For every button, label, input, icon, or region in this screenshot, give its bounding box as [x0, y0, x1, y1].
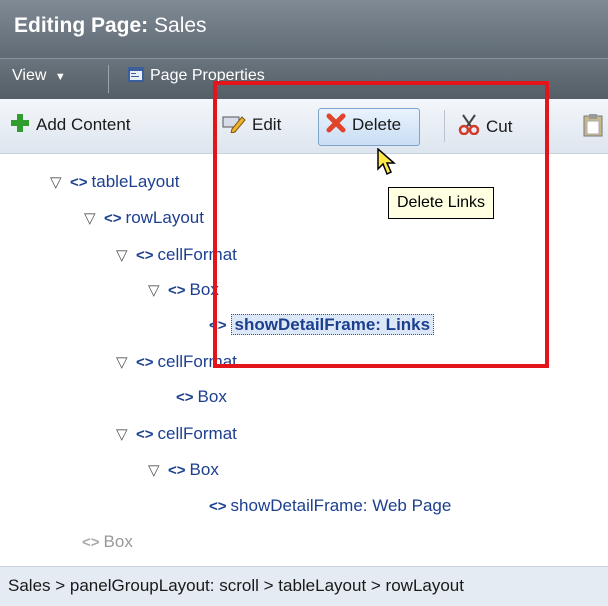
tree-node[interactable]: ▽ <> tableLayout: [50, 172, 179, 196]
component-tag-icon: <>: [209, 498, 227, 515]
broken-tag-icon: <>: [82, 534, 100, 551]
view-menu-label: View: [12, 67, 47, 84]
tooltip: Delete Links: [388, 187, 495, 219]
plus-icon: [11, 114, 29, 132]
tree-node-label: tableLayout: [91, 172, 180, 191]
expanded-triangle-icon[interactable]: ▽: [116, 353, 136, 371]
add-content-label: Add Content: [36, 115, 131, 134]
expanded-triangle-icon[interactable]: ▽: [116, 425, 136, 443]
paste-button[interactable]: [582, 113, 604, 142]
expanded-triangle-icon[interactable]: ▽: [50, 173, 70, 191]
window-title: Editing Page: Sales: [14, 14, 207, 38]
clipboard-icon: [583, 114, 603, 137]
page-properties-icon: [128, 67, 144, 82]
component-tag-icon: <>: [168, 462, 186, 479]
component-tag-icon: <>: [136, 426, 154, 443]
mouse-pointer-icon: [377, 148, 396, 176]
tree-node[interactable]: <> Box: [176, 387, 227, 411]
component-tag-icon: <>: [168, 282, 186, 299]
breadcrumb: Sales > panelGroupLayout: scroll > table…: [0, 566, 608, 606]
expanded-triangle-icon[interactable]: ▽: [148, 281, 168, 299]
breadcrumb-path[interactable]: Sales > panelGroupLayout: scroll > table…: [8, 576, 464, 596]
tree-node-label: cellFormat: [157, 424, 237, 443]
view-menu[interactable]: View ▼: [12, 67, 66, 85]
tree-node[interactable]: ▽ <> cellFormat: [116, 424, 237, 448]
title-bar: Editing Page: Sales: [0, 0, 608, 58]
tree-node[interactable]: ▽ <> Box: [148, 280, 219, 304]
tree-node-label: Box: [103, 532, 133, 551]
tree-node-label: rowLayout: [125, 208, 204, 227]
chevron-down-icon: ▼: [54, 71, 66, 83]
tree-node-disabled[interactable]: <> Box: [82, 532, 133, 556]
menu-divider: [108, 65, 109, 93]
title-prefix: Editing Page:: [14, 14, 149, 37]
tree-node[interactable]: <> showDetailFrame: Web Page: [209, 496, 451, 520]
tree-node[interactable]: ▽ <> rowLayout: [84, 208, 204, 232]
expanded-triangle-icon[interactable]: ▽: [84, 209, 104, 227]
add-content-button[interactable]: Add Content: [10, 113, 131, 135]
component-tag-icon: <>: [104, 210, 122, 227]
component-tag-icon: <>: [136, 354, 154, 371]
component-tag-icon: <>: [70, 174, 88, 191]
highlight-box: [213, 81, 549, 368]
tree-node[interactable]: ▽ <> Box: [148, 460, 219, 484]
component-tag-icon: <>: [176, 389, 194, 406]
tree-node-label: Box: [197, 387, 227, 406]
title-page-name: Sales: [148, 14, 207, 37]
expanded-triangle-icon[interactable]: ▽: [116, 246, 136, 264]
component-tag-icon: <>: [136, 247, 154, 264]
tree-node-label: Box: [189, 460, 219, 479]
expanded-triangle-icon[interactable]: ▽: [148, 461, 168, 479]
tree-node-label: showDetailFrame: Web Page: [230, 496, 452, 515]
